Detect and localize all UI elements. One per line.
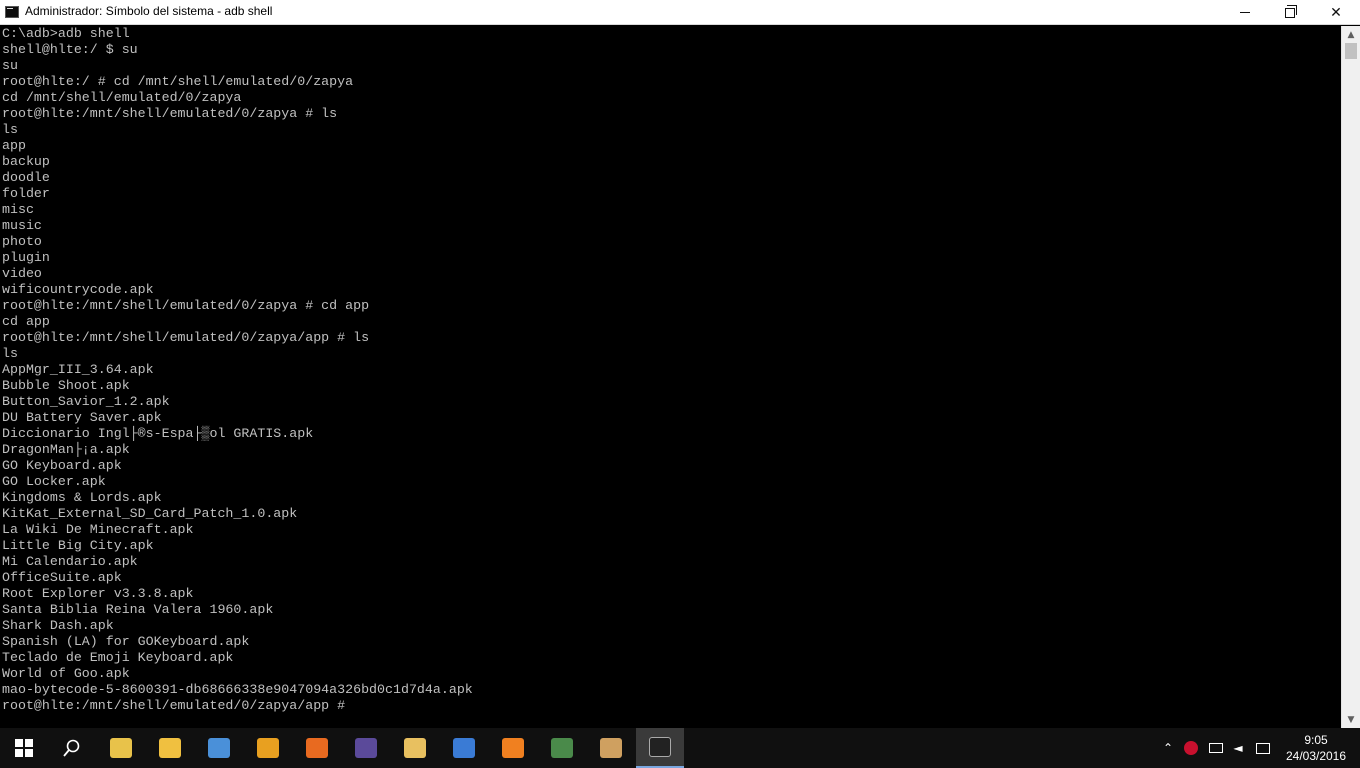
scroll-up-icon[interactable]: ▲: [1342, 26, 1360, 43]
console-line: DragonMan├¡a.apk: [2, 442, 130, 457]
console-line: su: [2, 58, 18, 73]
close-button[interactable]: ✕: [1313, 0, 1359, 25]
mail-icon: [404, 738, 426, 758]
show-hidden-icons[interactable]: ⌃: [1160, 728, 1176, 768]
paint-icon: [600, 738, 622, 758]
command-prompt-window: Administrador: Símbolo del sistema - adb…: [0, 0, 1360, 728]
console-line: ls: [2, 346, 18, 361]
clock[interactable]: 9:05 24/03/2016: [1276, 732, 1356, 764]
console-line: GO Locker.apk: [2, 474, 106, 489]
console-line: root@hlte:/mnt/shell/emulated/0/zapya # …: [2, 298, 370, 313]
clock-time: 9:05: [1304, 733, 1328, 747]
console-line: doodle: [2, 170, 50, 185]
fire-app-icon: [502, 738, 524, 758]
maximize-button[interactable]: [1267, 0, 1313, 25]
taskbar-app-button[interactable]: [489, 728, 537, 768]
clock-date: 24/03/2016: [1285, 749, 1347, 763]
search-button[interactable]: [48, 728, 96, 768]
console-line: C:\adb>adb shell: [2, 26, 130, 41]
taskbar-app-button[interactable]: [587, 728, 635, 768]
console-line: root@hlte:/mnt/shell/emulated/0/zapya # …: [2, 106, 338, 121]
file-explorer-icon: [110, 738, 132, 758]
console-line: Root Explorer v3.3.8.apk: [2, 586, 194, 601]
restore-icon: [1285, 4, 1297, 18]
console-line: Shark Dash.apk: [2, 618, 114, 633]
taskbar-app-button[interactable]: [636, 728, 684, 768]
cmd-app-icon: [5, 6, 19, 18]
console-line: World of Goo.apk: [2, 666, 130, 681]
close-icon: ✕: [1330, 4, 1342, 21]
console-line: OfficeSuite.apk: [2, 570, 122, 585]
console-line: cd app: [2, 314, 50, 329]
taskbar-app-button[interactable]: [538, 728, 586, 768]
volume-tray-icon[interactable]: ◄: [1228, 728, 1248, 768]
search-icon: [63, 739, 80, 757]
console-line: KitKat_External_SD_Card_Patch_1.0.apk: [2, 506, 298, 521]
console-line: plugin: [2, 250, 50, 265]
start-button[interactable]: [0, 728, 48, 768]
console-line: Button_Savior_1.2.apk: [2, 394, 170, 409]
taskbar-app-button[interactable]: [293, 728, 341, 768]
eclipse-icon: [355, 738, 377, 758]
console-line: video: [2, 266, 42, 281]
antivirus-tray-icon[interactable]: [1182, 728, 1200, 768]
console-line: app: [2, 138, 26, 153]
console-line: Little Big City.apk: [2, 538, 154, 553]
scrollbar-thumb[interactable]: [1345, 43, 1357, 59]
taskbar: ⌃ ◄ 9:05 24/03/2016: [0, 728, 1360, 768]
console-line: shell@hlte:/ $ su: [2, 42, 138, 57]
console-line: Diccionario Ingl├®s-Espa├▒ol GRATIS.apk: [2, 426, 314, 441]
console-line: backup: [2, 154, 50, 169]
console-line: root@hlte:/ # cd /mnt/shell/emulated/0/z…: [2, 74, 354, 89]
minimize-button[interactable]: [1222, 0, 1268, 25]
console-line: Kingdoms & Lords.apk: [2, 490, 162, 505]
windows-logo-icon: [15, 739, 33, 757]
console-line: folder: [2, 186, 50, 201]
title-bar[interactable]: Administrador: Símbolo del sistema - adb…: [0, 0, 1360, 25]
vertical-scrollbar[interactable]: ▲ ▼: [1341, 26, 1360, 728]
media-player-icon: [257, 738, 279, 758]
console-line: ls: [2, 122, 18, 137]
console-line: mao-bytecode-5-8600391-db68666338e904709…: [2, 682, 473, 697]
scroll-down-icon[interactable]: ▼: [1342, 711, 1360, 728]
console-line: DU Battery Saver.apk: [2, 410, 162, 425]
search-app-icon: [208, 738, 230, 758]
console-line: wificountrycode.apk: [2, 282, 154, 297]
window-title: Administrador: Símbolo del sistema - adb…: [25, 4, 273, 18]
network-icon: [453, 738, 475, 758]
console-line: photo: [2, 234, 42, 249]
console-line: Spanish (LA) for GOKeyboard.apk: [2, 634, 250, 649]
taskbar-app-button[interactable]: [342, 728, 390, 768]
console-line: misc: [2, 202, 34, 217]
taskbar-app-button[interactable]: [146, 728, 194, 768]
console-line: Mi Calendario.apk: [2, 554, 138, 569]
taskbar-app-button[interactable]: [195, 728, 243, 768]
command-prompt-icon: [649, 737, 671, 757]
console-line: Santa Biblia Reina Valera 1960.apk: [2, 602, 274, 617]
console-line: root@hlte:/mnt/shell/emulated/0/zapya/ap…: [2, 698, 346, 713]
console-output[interactable]: C:\adb>adb shell shell@hlte:/ $ su su root@…: [0, 26, 1341, 728]
taskbar-app-button[interactable]: [97, 728, 145, 768]
taskbar-app-button[interactable]: [391, 728, 439, 768]
network-tray-icon[interactable]: [1206, 728, 1226, 768]
minimize-icon: [1240, 12, 1250, 13]
folder-icon: [159, 738, 181, 758]
console-line: GO Keyboard.apk: [2, 458, 122, 473]
firefox-icon: [306, 738, 328, 758]
console-line: root@hlte:/mnt/shell/emulated/0/zapya/ap…: [2, 330, 370, 345]
console-line: cd /mnt/shell/emulated/0/zapya: [2, 90, 242, 105]
taskbar-app-button[interactable]: [440, 728, 488, 768]
console-line: music: [2, 218, 42, 233]
taskbar-app-button[interactable]: [244, 728, 292, 768]
console-line: Teclado de Emoji Keyboard.apk: [2, 650, 234, 665]
console-line: Bubble Shoot.apk: [2, 378, 130, 393]
console-line: La Wiki De Minecraft.apk: [2, 522, 194, 537]
security-app-icon: [551, 738, 573, 758]
console-line: AppMgr_III_3.64.apk: [2, 362, 154, 377]
action-center-icon[interactable]: [1252, 728, 1274, 768]
